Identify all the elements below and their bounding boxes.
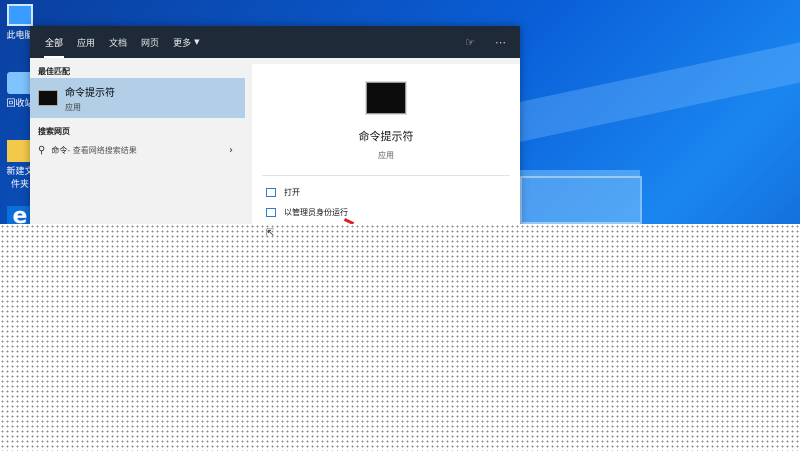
best-match-name: 命令提示符 — [65, 87, 115, 99]
command-prompt-icon — [38, 90, 58, 106]
web-search-query: 命令 — [51, 145, 68, 155]
web-search-suffix: - 查看网络搜索结果 — [67, 145, 137, 155]
wallpaper-beam — [520, 38, 800, 142]
web-search-heading: 搜索网页 — [38, 127, 70, 136]
best-match-item[interactable]: 命令提示符 应用 — [30, 78, 245, 118]
tab-label: 网页 — [141, 38, 160, 49]
run-as-admin-action[interactable]: 以管理员身份运行 — [252, 202, 520, 222]
feedback-icon[interactable]: ☞ — [465, 36, 475, 49]
command-prompt-large-icon — [366, 82, 406, 114]
tab-label: 文档 — [109, 38, 128, 49]
action-label: 打开 — [284, 187, 300, 197]
tab-all[interactable]: 全部 — [38, 26, 70, 58]
divider — [262, 175, 510, 176]
wallpaper-window-frame — [520, 176, 642, 224]
search-icon: ⚲ — [38, 144, 46, 156]
open-icon — [266, 187, 276, 197]
open-action[interactable]: 打开 — [252, 182, 520, 202]
tab-label: 全部 — [45, 38, 64, 49]
web-search-item[interactable]: ⚲ 命令 - 查看网络搜索结果 › — [30, 138, 245, 162]
tab-more[interactable]: 更多 ▼ — [166, 26, 206, 58]
tab-apps[interactable]: 应用 — [70, 26, 102, 58]
missing-region — [0, 224, 800, 451]
best-match-type: 应用 — [65, 102, 81, 112]
action-label: 以管理员身份运行 — [284, 207, 348, 217]
chevron-down-icon: ▼ — [194, 38, 200, 46]
detail-app-name: 命令提示符 — [358, 130, 414, 143]
detail-app-type: 应用 — [378, 151, 394, 160]
cursor-icon: ⇱ — [266, 228, 275, 239]
tab-documents[interactable]: 文档 — [102, 26, 134, 58]
best-match-heading: 最佳匹配 — [38, 67, 70, 76]
tab-web[interactable]: 网页 — [134, 26, 166, 58]
tab-label: 应用 — [77, 38, 96, 49]
topbar-actions: ☞ ⋯ — [465, 26, 506, 58]
chevron-right-icon[interactable]: › — [229, 145, 233, 156]
search-tabs-bar: 全部 应用 文档 网页 更多 ▼ ☞ ⋯ — [30, 26, 520, 58]
admin-shield-icon — [266, 207, 276, 217]
best-match-text: 命令提示符 应用 — [65, 84, 115, 113]
detail-pane: 命令提示符 应用 打开 以管理员身份运行 — [252, 64, 520, 240]
results-list: 最佳匹配 命令提示符 应用 搜索网页 ⚲ 命令 - 查看网络搜索结果 › — [30, 58, 245, 240]
more-options-icon[interactable]: ⋯ — [495, 36, 506, 49]
tab-label: 更多 — [173, 38, 192, 49]
search-results-panel: 全部 应用 文档 网页 更多 ▼ ☞ ⋯ 最佳匹配 命令提示符 应用 搜索网页 ⚲… — [30, 26, 520, 240]
computer-icon — [7, 4, 33, 26]
